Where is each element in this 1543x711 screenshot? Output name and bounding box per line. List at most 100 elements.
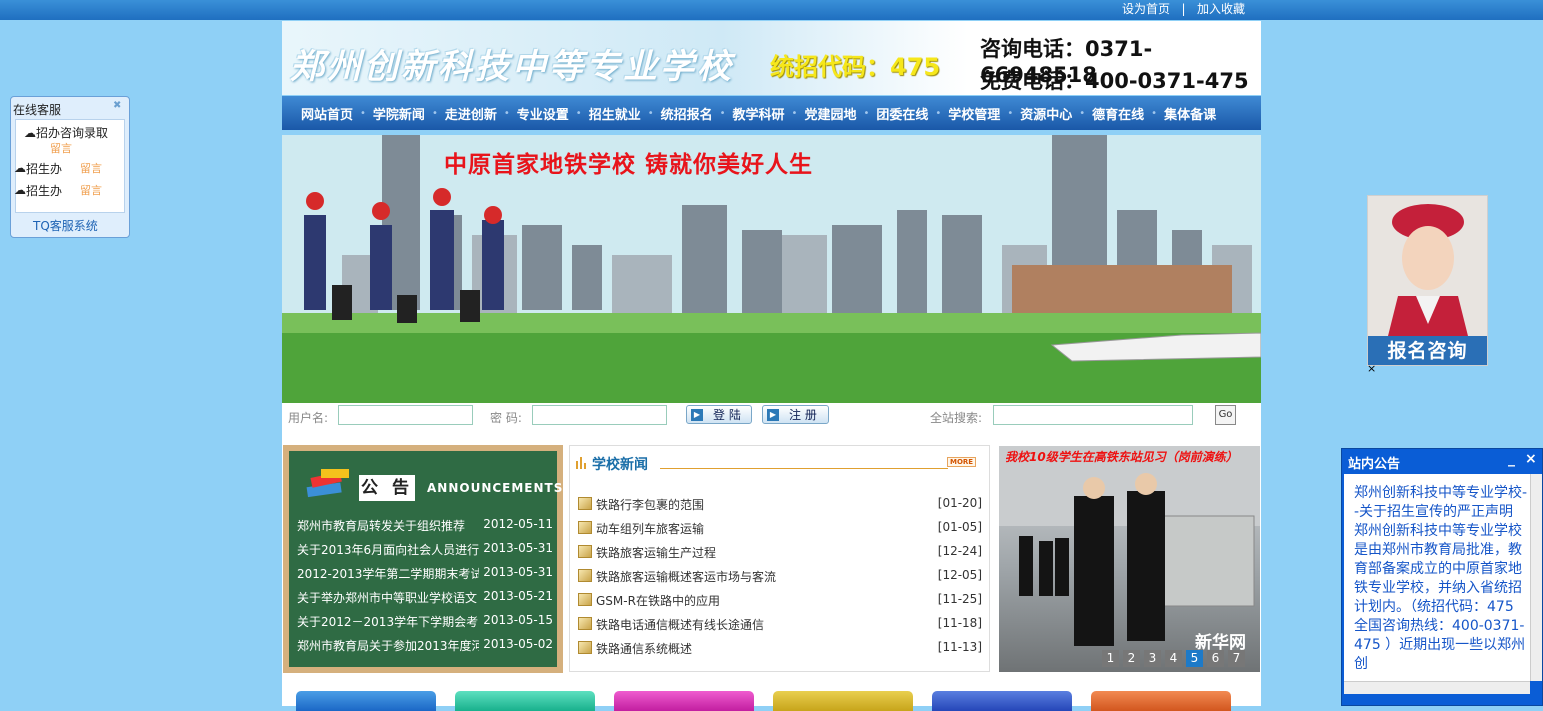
news-item[interactable]: 铁路旅客运输概述客运市场与客流 [12-05] xyxy=(578,568,982,585)
news-item-left: 铁路通信系统概述 xyxy=(578,640,692,657)
announcement-title-text: 郑州市教育局关于参加2013年度河 xyxy=(297,639,479,653)
announcement-item[interactable]: 关于举办郑州市中等职业学校语文 2013-05-21 xyxy=(297,589,553,606)
announcement-item[interactable]: 郑州市教育局转发关于组织推荐 2012-05-11 xyxy=(297,517,553,534)
slider-page-3[interactable]: 3 xyxy=(1144,650,1161,667)
news-item[interactable]: 铁路通信系统概述 [11-13] xyxy=(578,640,982,657)
slider-page-7[interactable]: 7 xyxy=(1228,650,1245,667)
news-item[interactable]: 铁路行李包裹的范围 [01-20] xyxy=(578,496,982,513)
news-item-left: GSM-R在铁路中的应用 xyxy=(578,592,720,609)
school-news-title: 学校新闻 xyxy=(592,457,648,473)
announcement-item[interactable]: 2012-2013学年第二学期期末考试 2013-05-31 xyxy=(297,565,553,582)
slider-page-6[interactable]: 6 xyxy=(1207,650,1224,667)
pencil-icon xyxy=(578,569,592,582)
nav-item-3[interactable]: 走进创新 xyxy=(438,104,504,123)
announcement-header: 公 告 ANNOUNCEMENTS xyxy=(301,465,562,505)
nav-item-1[interactable]: 网站首页 xyxy=(294,104,360,123)
quick-link-tile-6[interactable] xyxy=(1091,691,1231,711)
news-title-text: GSM-R在铁路中的应用 xyxy=(596,594,720,608)
login-button-label: 登 陆 xyxy=(713,408,741,422)
horizontal-scrollbar[interactable] xyxy=(1344,681,1530,694)
bar-chart-icon xyxy=(576,457,586,469)
notice-title: 站内公告 xyxy=(1348,457,1401,472)
leave-message-link[interactable]: 留言 xyxy=(80,162,102,175)
login-button[interactable]: ▶ 登 陆 xyxy=(686,405,752,424)
slider-page-5[interactable]: 5 xyxy=(1186,650,1203,667)
quick-link-tile-4[interactable] xyxy=(773,691,913,711)
vertical-scrollbar[interactable] xyxy=(1530,474,1542,681)
quick-link-tile-5[interactable] xyxy=(932,691,1072,711)
news-more-link[interactable]: MORE xyxy=(947,457,977,467)
news-title-text: 铁路通信系统概述 xyxy=(596,642,693,656)
pencil-icon xyxy=(578,617,592,630)
news-title-text: 铁路电话通信概述有线长途通信 xyxy=(596,618,765,632)
news-item[interactable]: 铁路旅客运输生产过程 [12-24] xyxy=(578,544,982,561)
username-label: 用户名: xyxy=(288,411,329,425)
close-icon[interactable]: ✖ xyxy=(113,100,121,111)
news-item[interactable]: GSM-R在铁路中的应用 [11-25] xyxy=(578,592,982,609)
search-go-button[interactable]: Go xyxy=(1215,405,1236,425)
slider-page-2[interactable]: 2 xyxy=(1123,650,1140,667)
leave-message-link[interactable]: 留言 xyxy=(50,140,72,156)
username-input[interactable] xyxy=(338,405,473,425)
leave-message-link[interactable]: 留言 xyxy=(80,184,102,197)
news-date: [11-13] xyxy=(937,640,982,654)
slider-page-1[interactable]: 1 xyxy=(1102,650,1119,667)
nav-item-6[interactable]: 统招报名 xyxy=(654,104,720,123)
online-service-title: 在线客服 xyxy=(13,103,62,117)
agent-name: 招生办 xyxy=(26,162,63,176)
news-date: [11-25] xyxy=(937,592,982,606)
nav-item-2[interactable]: 学院新闻 xyxy=(366,104,432,123)
news-item[interactable]: 铁路电话通信概述有线长途通信 [11-18] xyxy=(578,616,982,633)
quick-link-tile-2[interactable] xyxy=(455,691,595,711)
news-item-left: 铁路旅客运输概述客运市场与客流 xyxy=(578,568,776,585)
register-button[interactable]: ▶ 注 册 xyxy=(762,405,829,424)
set-home-link[interactable]: 设为首页 xyxy=(1122,2,1170,16)
service-list: ☁招办咨询录取 留言 ☁招生办 留言 ☁招生办 留言 xyxy=(14,119,125,213)
nav-item-11[interactable]: 资源中心 xyxy=(1013,104,1079,123)
pencil-icon xyxy=(578,497,592,510)
nav-item-4[interactable]: 专业设置 xyxy=(510,104,576,123)
announcement-date: 2012-05-11 xyxy=(483,517,553,531)
main-nav: 网站首页 • 学院新闻 • 走进创新 • 专业设置 • 招生就业 • 统招报名 • 教学科研 • 党建园地 •… xyxy=(282,96,1261,130)
site-search-input[interactable] xyxy=(993,405,1193,425)
site-header: 郑州创新科技中等专业学校 统招代码：475 咨询电话：0371-66948518… xyxy=(282,21,1261,95)
service-agent[interactable]: ☁招生办 留言 xyxy=(14,182,102,199)
service-agent[interactable]: ☁招办咨询录取 留言 xyxy=(24,124,108,155)
books-icon xyxy=(306,469,349,498)
announcement-date: 2013-05-15 xyxy=(483,613,553,627)
announcement-date: 2013-05-31 xyxy=(483,541,553,555)
pencil-icon xyxy=(578,641,592,654)
news-date: [12-05] xyxy=(937,568,982,582)
minimize-icon[interactable]: _ xyxy=(1508,451,1515,467)
quick-link-tile-3[interactable] xyxy=(614,691,754,711)
nav-item-13[interactable]: 集体备课 xyxy=(1157,104,1223,123)
quick-link-tile-1[interactable] xyxy=(296,691,436,711)
agent-name: 招生办 xyxy=(26,184,63,198)
announcement-item[interactable]: 郑州市教育局关于参加2013年度河 2013-05-02 xyxy=(297,637,553,654)
notice-body: 郑州创新科技中等专业学校--关于招生宣传的严正声明 郑州创新科技中等专业学校是由… xyxy=(1344,474,1542,681)
slider-page-4[interactable]: 4 xyxy=(1165,650,1182,667)
online-service-widget: 在线客服 ✖ ☁招办咨询录取 留言 ☁招生办 留言 ☁招生办 留言 TQ客服系统 xyxy=(10,96,130,238)
news-item-left: 铁路行李包裹的范围 xyxy=(578,496,704,513)
announcement-item[interactable]: 关于2012－2013学年下学期会考 2013-05-15 xyxy=(297,613,553,630)
announcement-board: 公 告 ANNOUNCEMENTS 郑州市教育局转发关于组织推荐 2012-05-… xyxy=(283,445,563,673)
nav-item-9[interactable]: 团委在线 xyxy=(869,104,935,123)
photo-slider[interactable]: 我校10级学生在高铁东站见习（岗前演练） 新华网 1234567 xyxy=(999,446,1260,672)
announcement-item[interactable]: 关于2013年6月面向社会人员进行 2013-05-31 xyxy=(297,541,553,558)
tq-service-link[interactable]: TQ客服系统 xyxy=(33,217,98,234)
nav-item-12[interactable]: 德育在线 xyxy=(1085,104,1151,123)
nav-item-10[interactable]: 学校管理 xyxy=(941,104,1007,123)
signup-consult-ad[interactable]: 报名咨询 xyxy=(1367,195,1488,366)
announcement-title: 公 告 xyxy=(359,475,415,501)
news-item[interactable]: 动车组列车旅客运输 [01-05] xyxy=(578,520,982,537)
close-icon[interactable]: × xyxy=(1525,451,1537,467)
password-input[interactable] xyxy=(532,405,667,425)
announcement-title-text: 关于2012－2013学年下学期会考 xyxy=(297,615,479,629)
ad-close-icon[interactable]: × xyxy=(1367,362,1376,375)
nav-item-8[interactable]: 党建园地 xyxy=(797,104,863,123)
service-agent[interactable]: ☁招生办 留言 xyxy=(14,160,102,177)
add-favorite-link[interactable]: 加入收藏 xyxy=(1197,2,1245,16)
nav-item-5[interactable]: 招生就业 xyxy=(582,104,648,123)
news-item-left: 动车组列车旅客运输 xyxy=(578,520,704,537)
nav-item-7[interactable]: 教学科研 xyxy=(726,104,792,123)
